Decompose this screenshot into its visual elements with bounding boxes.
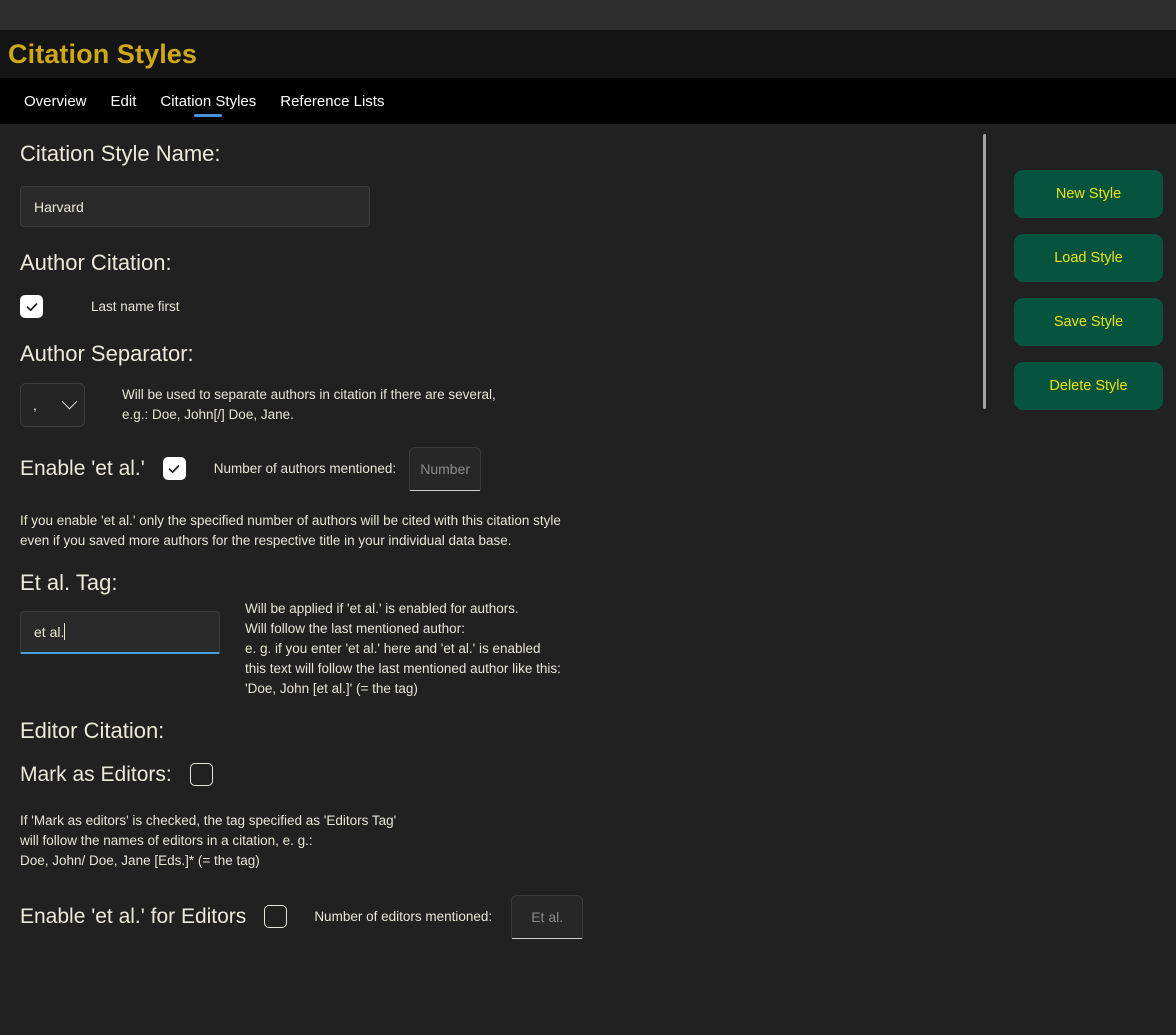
- tab-citation-styles-label: Citation Styles: [160, 92, 257, 110]
- enable-et-al-editors-checkbox[interactable]: [264, 905, 288, 929]
- app-header: Citation Styles: [0, 30, 1176, 78]
- page-title: Citation Styles: [8, 38, 198, 69]
- author-citation-heading: Author Citation:: [20, 250, 172, 276]
- last-name-first-label: Last name first: [91, 299, 180, 315]
- mark-as-editors-checkbox[interactable]: [189, 763, 213, 787]
- et-al-tag-hint: Will be applied if 'et al.' is enabled f…: [245, 599, 561, 699]
- author-separator-row: , Will be used to separate authors in ci…: [20, 382, 955, 427]
- et-al-tag-hint-line4: this text will follow the last mentioned…: [245, 660, 561, 676]
- enable-et-al-editors-row: Enable 'et al.' for Editors Number of ed…: [20, 894, 955, 939]
- author-separator-hint: Will be used to separate authors in cita…: [122, 385, 496, 425]
- delete-style-button[interactable]: Delete Style: [1014, 362, 1163, 410]
- author-separator-value: ,: [33, 396, 37, 413]
- checkmark-icon: [168, 464, 180, 473]
- main-body: Citation Style Name: Author Citation: La…: [0, 124, 1176, 1035]
- author-separator-heading: Author Separator:: [20, 341, 194, 367]
- editor-hint-line2: will follow the names of editors in a ci…: [20, 832, 313, 848]
- et-al-hint-line1: If you enable 'et al.' only the specifie…: [20, 512, 561, 528]
- editor-citation-heading: Editor Citation:: [20, 717, 165, 743]
- number-of-authors-input[interactable]: [409, 446, 482, 491]
- author-separator-hint-line2: e.g.: Doe, John[/] Doe, Jane.: [122, 406, 294, 422]
- author-separator-hint-line1: Will be used to separate authors in cita…: [122, 386, 496, 402]
- checkmark-icon: [26, 303, 37, 311]
- settings-form: Citation Style Name: Author Citation: La…: [0, 124, 975, 1035]
- editor-hint-line3: Doe, John/ Doe, Jane [Eds.]* (= the tag): [20, 852, 260, 868]
- et-al-tag-value: et al.: [34, 623, 65, 640]
- window-titlebar-strip: [0, 0, 1176, 30]
- load-style-button[interactable]: Load Style: [1014, 234, 1163, 282]
- et-al-tag-hint-line3: e. g. if you enter 'et al.' here and 'et…: [245, 640, 541, 656]
- tab-reference-lists-label: Reference Lists: [280, 92, 385, 110]
- text-caret: [64, 623, 66, 641]
- chevron-down-icon: [61, 393, 78, 410]
- citation-style-name-input[interactable]: [20, 186, 370, 228]
- mark-as-editors-row: Mark as Editors:: [20, 763, 955, 787]
- new-style-button[interactable]: New Style: [1014, 170, 1163, 218]
- tab-active-underline: [194, 114, 223, 117]
- tab-edit-label: Edit: [110, 92, 137, 110]
- enable-et-al-editors-label: Enable 'et al.' for Editors: [20, 904, 247, 928]
- tab-edit[interactable]: Edit: [99, 78, 149, 124]
- et-al-tag-hint-line1: Will be applied if 'et al.' is enabled f…: [245, 600, 519, 616]
- enable-et-al-label: Enable 'et al.': [20, 456, 145, 480]
- et-al-tag-input[interactable]: et al.: [20, 610, 220, 654]
- enable-et-al-row: Enable 'et al.' Number of authors mentio…: [20, 446, 955, 491]
- mark-as-editors-label: Mark as Editors:: [20, 762, 172, 786]
- style-actions-rail: New Style Load Style Save Style Delete S…: [1014, 170, 1163, 410]
- number-of-editors-input[interactable]: [511, 894, 584, 939]
- number-of-authors-label: Number of authors mentioned:: [213, 461, 397, 477]
- number-of-editors-label: Number of editors mentioned:: [314, 909, 493, 925]
- save-style-button[interactable]: Save Style: [1014, 298, 1163, 346]
- tab-reference-lists[interactable]: Reference Lists: [268, 78, 396, 124]
- et-al-tag-hint-line2: Will follow the last mentioned author:: [245, 620, 465, 636]
- et-al-tag-hint-line5: 'Doe, John [et al.]' (= the tag): [245, 680, 418, 696]
- tab-citation-styles[interactable]: Citation Styles: [148, 78, 268, 124]
- last-name-first-checkbox[interactable]: [20, 295, 43, 319]
- navigation-tabs: Overview Edit Citation Styles Reference …: [0, 78, 1176, 124]
- author-separator-select[interactable]: ,: [20, 382, 85, 427]
- citation-style-name-heading: Citation Style Name:: [20, 141, 221, 166]
- last-name-first-row: Last name first: [20, 295, 955, 319]
- et-al-hint-line2: even if you saved more authors for the r…: [20, 532, 512, 548]
- editor-hint-line1: If 'Mark as editors' is checked, the tag…: [20, 812, 397, 828]
- et-al-tag-heading: Et al. Tag:: [20, 569, 118, 595]
- tab-overview[interactable]: Overview: [12, 78, 99, 124]
- et-al-tag-row: et al. Will be applied if 'et al.' is en…: [20, 601, 955, 699]
- enable-et-al-checkbox[interactable]: [162, 457, 186, 481]
- vertical-scrollbar[interactable]: [983, 134, 986, 409]
- tab-overview-label: Overview: [24, 92, 87, 110]
